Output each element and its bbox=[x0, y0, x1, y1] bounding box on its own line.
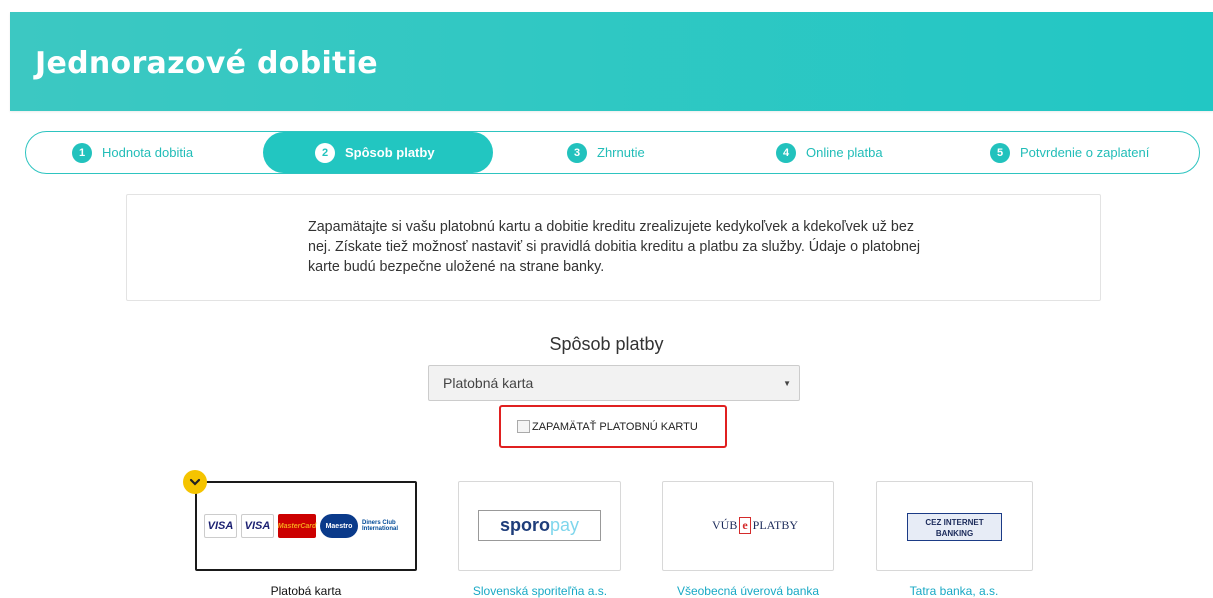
sporopay-logo-light: pay bbox=[549, 515, 580, 535]
method-card-name[interactable]: Platobá karta bbox=[196, 584, 416, 598]
checkmark-icon bbox=[183, 470, 207, 494]
step-4[interactable]: 4 Online platba bbox=[776, 132, 883, 173]
visa-logo: VISA bbox=[204, 514, 237, 538]
checkbox-box[interactable] bbox=[517, 420, 530, 433]
step-label: Spôsob platby bbox=[345, 145, 435, 160]
step-3[interactable]: 3 Zhrnutie bbox=[567, 132, 645, 173]
step-label: Zhrnutie bbox=[597, 145, 645, 160]
step-1[interactable]: 1 Hodnota dobitia bbox=[72, 132, 193, 173]
select-value: Platobná karta bbox=[443, 375, 534, 391]
step-number: 5 bbox=[990, 142, 1010, 163]
payment-section-title: Spôsob platby bbox=[549, 334, 664, 354]
info-box: Zapamätajte si vašu platobnú kartu a dob… bbox=[126, 194, 1101, 301]
step-label: Hodnota dobitia bbox=[102, 145, 194, 160]
tatra-logo: CEZ INTERNET BANKING bbox=[907, 513, 1002, 541]
card-logos: VISA VISA MasterCard Maestro Diners Club… bbox=[204, 514, 400, 540]
step-label: Potvrdenie o zaplatení bbox=[1020, 145, 1150, 160]
page-header: Jednorazové dobitie bbox=[10, 12, 1213, 111]
remember-card-label: ZAPAMÄTAŤ PLATOBNÚ KARTU bbox=[532, 420, 698, 433]
vub-logo-e: e bbox=[739, 516, 751, 534]
step-2-active[interactable]: 2 Spôsob platby bbox=[263, 132, 493, 173]
step-number: 3 bbox=[567, 142, 587, 163]
sporopay-logo-bold: sporo bbox=[499, 515, 550, 535]
visa-electron-logo: VISA bbox=[241, 514, 274, 538]
method-tatra-name[interactable]: Tatra banka, a.s. bbox=[844, 584, 1064, 598]
sporopay-logo: sporo pay bbox=[478, 510, 601, 541]
info-text: Zapamätajte si vašu platobnú kartu a dob… bbox=[308, 219, 921, 275]
step-number: 4 bbox=[776, 142, 796, 163]
step-progress-bar: 1 Hodnota dobitia 2 Spôsob platby 3 Zhrn… bbox=[25, 131, 1200, 174]
chevron-down-icon: ▼ bbox=[783, 379, 791, 388]
step-number: 2 bbox=[315, 142, 335, 163]
page-title: Jednorazové dobitie bbox=[35, 46, 378, 81]
vub-logo-right: PLATBY bbox=[752, 517, 798, 532]
vub-logo: VÚB e PLATBY bbox=[700, 514, 810, 536]
vub-logo-left: VÚB bbox=[711, 517, 738, 532]
payment-method-select[interactable]: Platobná karta ▼ bbox=[428, 365, 800, 401]
step-label: Online platba bbox=[806, 145, 883, 160]
method-sporopay-name[interactable]: Slovenská sporiteľňa a.s. bbox=[430, 584, 650, 598]
step-number: 1 bbox=[72, 142, 92, 163]
maestro-logo: Maestro bbox=[320, 514, 358, 538]
step-5[interactable]: 5 Potvrdenie o zaplatení bbox=[990, 132, 1149, 173]
remember-card-checkbox[interactable]: ZAPAMÄTAŤ PLATOBNÚ KARTU bbox=[499, 405, 727, 448]
mastercard-logo: MasterCard bbox=[278, 514, 316, 538]
diners-logo: Diners Club International bbox=[362, 514, 400, 538]
method-vub-name[interactable]: Všeobecná úverová banka bbox=[638, 584, 858, 598]
